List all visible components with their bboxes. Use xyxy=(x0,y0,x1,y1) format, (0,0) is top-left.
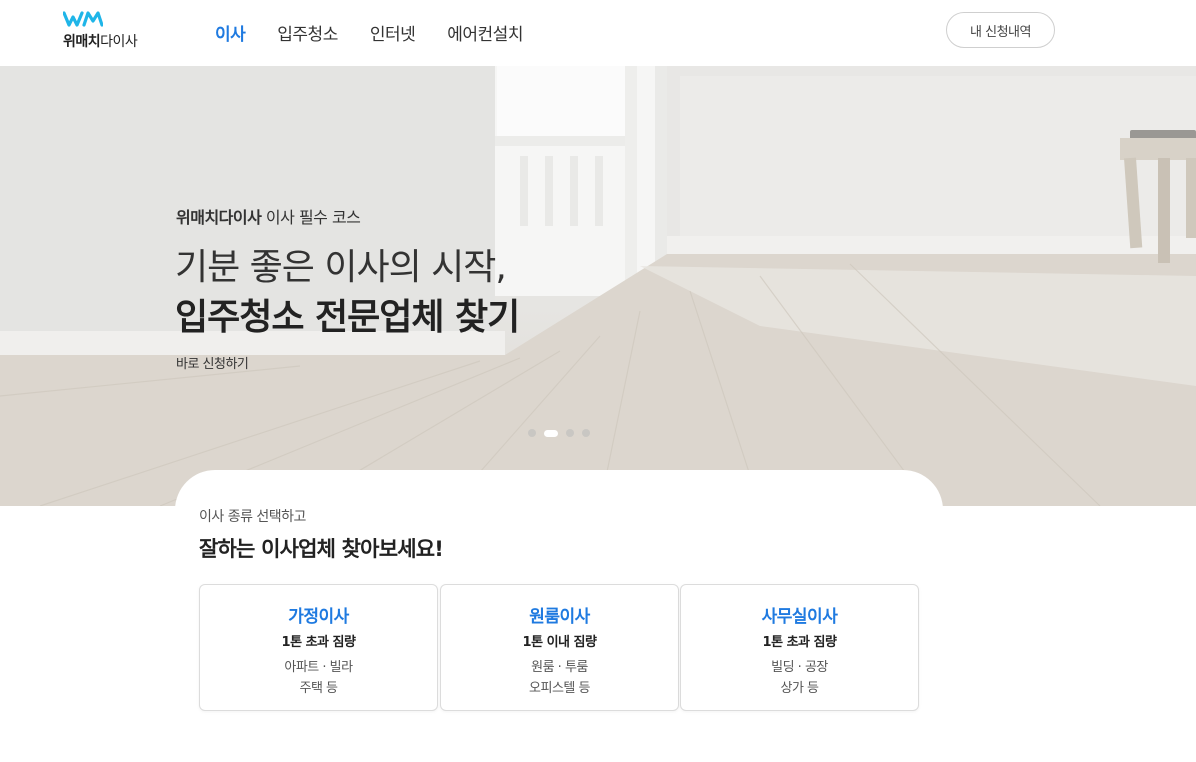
card-desc: 빌딩 · 공장 xyxy=(771,660,828,675)
logo-brand: 위매치 xyxy=(63,34,101,50)
card-home-moving[interactable]: 가정이사 1톤 초과 짐량 아파트 · 빌라 주택 등 xyxy=(199,584,438,711)
carousel-dot-2[interactable] xyxy=(544,429,558,437)
card-desc: 상가 등 xyxy=(780,681,819,696)
nav-item-cleaning[interactable]: 입주청소 xyxy=(277,20,338,45)
nav-item-internet[interactable]: 인터넷 xyxy=(370,20,416,45)
hero-title-line2: 입주청소 전문업체 찾기 xyxy=(175,297,520,338)
card-weight: 1톤 이내 짐량 xyxy=(522,635,597,650)
carousel-dots xyxy=(528,429,590,437)
my-orders-button[interactable]: 내 신청내역 xyxy=(946,12,1055,48)
card-desc: 주택 등 xyxy=(299,681,338,696)
card-oneroom-moving[interactable]: 원룸이사 1톤 이내 짐량 원룸 · 투룸 오피스텔 등 xyxy=(440,584,679,711)
card-weight: 1톤 초과 짐량 xyxy=(762,635,837,650)
card-office-moving[interactable]: 사무실이사 1톤 초과 짐량 빌딩 · 공장 상가 등 xyxy=(680,584,919,711)
carousel-dot-1[interactable] xyxy=(528,429,536,437)
hero-title-line1: 기분 좋은 이사의 시작, xyxy=(175,247,507,288)
hero-banner: 위매치다이사 이사 필수 코스 기분 좋은 이사의 시작, 입주청소 전문업체 … xyxy=(0,66,1196,506)
hero-sub-text: 이사 필수 코스 xyxy=(261,208,361,227)
card-title: 가정이사 xyxy=(288,607,349,627)
nav-item-moving[interactable]: 이사 xyxy=(215,20,246,45)
card-title: 사무실이사 xyxy=(761,607,838,627)
logo-mark-icon xyxy=(63,11,103,27)
main-nav: 이사 입주청소 인터넷 에어컨설치 xyxy=(215,20,523,45)
hero-sub-brand: 위매치다이사 xyxy=(176,208,262,227)
card-weight: 1톤 초과 짐량 xyxy=(281,635,356,650)
card-desc: 오피스텔 등 xyxy=(529,681,590,696)
logo-suffix: 다이사 xyxy=(100,34,138,50)
logo[interactable]: 위매치다이사 xyxy=(63,11,153,51)
carousel-dot-4[interactable] xyxy=(582,429,590,437)
card-desc: 원룸 · 투룸 xyxy=(531,660,588,675)
hero-subtitle: 위매치다이사 이사 필수 코스 xyxy=(176,204,361,228)
section-subtitle: 이사 종류 선택하고 xyxy=(199,509,306,525)
section-title: 잘하는 이사업체 찾아보세요! xyxy=(199,537,444,561)
logo-text: 위매치다이사 xyxy=(63,31,138,51)
card-desc: 아파트 · 빌라 xyxy=(284,660,353,675)
header: 위매치다이사 이사 입주청소 인터넷 에어컨설치 내 신청내역 xyxy=(0,0,1196,66)
carousel-dot-3[interactable] xyxy=(566,429,574,437)
hero-cta-link[interactable]: 바로 신청하기 xyxy=(176,353,249,372)
card-title: 원룸이사 xyxy=(529,607,590,627)
nav-item-aircon[interactable]: 에어컨설치 xyxy=(447,20,523,45)
